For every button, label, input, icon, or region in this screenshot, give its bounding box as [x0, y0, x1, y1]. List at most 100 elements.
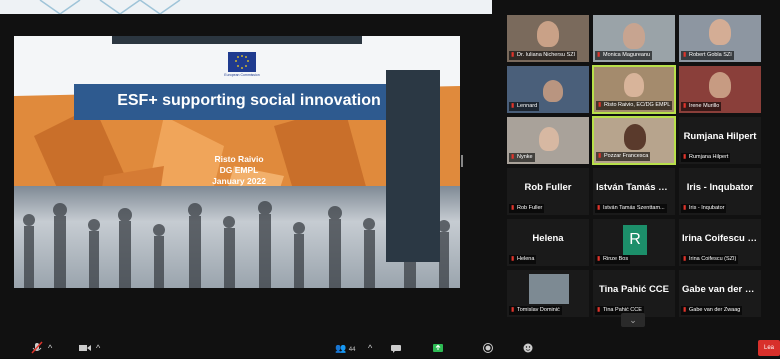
participant-gallery: ▮ Dr. Iuliana Nichersu SZI ▮ Monica Magure…	[506, 14, 762, 336]
participant-label: ▮ Rob Fuller	[509, 204, 545, 213]
mic-muted-icon: ▮	[597, 52, 601, 58]
participant-video	[543, 80, 563, 102]
camera-icon	[79, 345, 91, 351]
chevron-up-icon: ^	[96, 343, 101, 353]
participant-label: ▮ István Tamás Szenttam...	[595, 204, 667, 213]
mic-muted-icon: ▮	[598, 102, 602, 108]
share-screen-icon	[433, 344, 443, 352]
participant-name-display: Gabe van der Z...	[682, 284, 759, 295]
participants-button[interactable]: 👥 44	[335, 341, 355, 355]
top-strip	[0, 0, 492, 14]
participant-name-display: Irina Coifescu (S...	[682, 233, 761, 244]
participant-tile[interactable]: István Tamás Sz... ▮ István Tamás Szentta…	[592, 167, 676, 216]
participant-video	[709, 72, 731, 98]
share-screen-button[interactable]	[432, 341, 444, 355]
participant-tile[interactable]: ▮ Tomislav Dominić	[506, 269, 590, 318]
record-button[interactable]	[482, 341, 494, 355]
mic-muted-icon: ▮	[511, 154, 515, 160]
participant-label: ▮ Risto Raivio, EC/DG EMPL	[596, 101, 673, 110]
chevron-up-icon: ^	[368, 343, 373, 353]
participants-options-caret[interactable]: ^	[368, 341, 372, 355]
european-commission-logo: European Commission	[224, 52, 260, 84]
participant-tile[interactable]: Rumjana Hilpert ▮ Rumjana Hilpert	[678, 116, 762, 165]
participant-name-display: Helena	[532, 233, 564, 244]
chevron-up-icon: ^	[48, 343, 53, 353]
participant-tile[interactable]: Gabe van der Z... ▮ Gabe van der Zwaag	[678, 269, 762, 318]
participant-tile[interactable]: Iris - Inqubator ▮ Iris - Inqubator	[678, 167, 762, 216]
presenter-block: Risto Raivio DG EMPL January 2022	[169, 154, 309, 187]
gallery-next-page-button[interactable]: ⌄	[621, 313, 645, 327]
chevron-down-icon: ⌄	[629, 315, 637, 325]
participant-label: ▮ Rumjana Hilpert	[681, 153, 731, 162]
participant-tile[interactable]: Helena ▮ Helena	[506, 218, 590, 267]
mic-muted-icon: ▮	[683, 256, 687, 262]
eu-stars	[235, 55, 249, 69]
participant-video	[624, 124, 646, 150]
zoom-meeting-window: European Commission ESF+ supporting soci…	[0, 0, 780, 358]
mic-muted-icon: ▮	[683, 52, 687, 58]
participant-label: ▮ Tomislav Dominić	[509, 306, 562, 315]
participant-tile[interactable]: ▮ Irene Murillo	[678, 65, 762, 114]
slide-top-bar	[112, 36, 362, 44]
participant-tile[interactable]: Rob Fuller ▮ Rob Fuller	[506, 167, 590, 216]
video-button[interactable]	[78, 341, 92, 355]
mic-muted-icon: ▮	[511, 52, 515, 58]
participant-tile[interactable]: ▮ Lennard	[506, 65, 590, 114]
participant-label: ▮ Dr. Iuliana Nichersu SZI	[509, 51, 578, 60]
participant-name-display: István Tamás Sz...	[596, 182, 675, 193]
mic-muted-icon: ▮	[683, 205, 687, 211]
video-options-caret[interactable]: ^	[96, 341, 100, 355]
participant-label: ▮ Irina Coifescu (SZI)	[681, 255, 739, 264]
participant-name-display: Rob Fuller	[524, 182, 572, 193]
participant-label: ▮ Lennard	[509, 102, 540, 111]
participant-photo	[529, 274, 569, 304]
participant-name-display: Rumjana Hilpert	[683, 131, 757, 142]
participant-tile[interactable]: ▮ Robert Gobla SZI	[678, 14, 762, 63]
participant-label: ▮ Iris - Inqubator	[681, 204, 727, 213]
participant-tile[interactable]: ▮ Nynke	[506, 116, 590, 165]
mic-muted-icon: ▮	[683, 307, 687, 313]
participant-label: ▮ Rinze Bos	[595, 255, 631, 264]
record-icon	[483, 343, 493, 353]
mic-off-icon	[31, 341, 43, 354]
participant-tile[interactable]: Irina Coifescu (S... ▮ Irina Coifescu (SZ…	[678, 218, 762, 267]
presenter-name: Risto Raivio	[214, 154, 264, 164]
meeting-toolbar: ^ ^ 👥 44 ^	[0, 338, 780, 358]
participants-count: 44	[348, 347, 356, 353]
participant-video	[709, 19, 731, 45]
participant-video	[624, 73, 644, 97]
participant-tile-active-speaker[interactable]: ▮ Pozzar Francesca	[592, 116, 676, 165]
mic-muted-icon: ▮	[511, 103, 515, 109]
participant-tile[interactable]: ▮ Monica Magureanu	[592, 14, 676, 63]
participant-label: ▮ Robert Gobla SZI	[681, 51, 734, 60]
participant-label: ▮ Pozzar Francesca	[596, 152, 651, 161]
chat-button[interactable]	[390, 341, 402, 355]
participant-tile[interactable]: R ▮ Rinze Bos	[592, 218, 676, 267]
mic-muted-icon: ▮	[683, 154, 687, 160]
split-view-handle[interactable]	[461, 155, 463, 167]
participant-tile[interactable]: Tina Pahić CCE ▮ Tina Pahić CCE	[592, 269, 676, 318]
presenter-date: January 2022	[212, 176, 266, 186]
mic-muted-icon: ▮	[511, 205, 515, 211]
mic-muted-icon: ▮	[683, 103, 687, 109]
participant-label: ▮ Irene Murillo	[681, 102, 722, 111]
shared-screen-slide[interactable]: European Commission ESF+ supporting soci…	[14, 36, 460, 288]
slide-title: ESF+ supporting social innovation	[117, 92, 381, 109]
participant-label: ▮ Monica Magureanu	[595, 51, 653, 60]
mic-muted-icon: ▮	[511, 307, 515, 313]
reactions-button[interactable]	[522, 341, 534, 355]
mic-muted-icon: ▮	[597, 205, 601, 211]
mic-muted-icon: ▮	[597, 256, 601, 262]
presenter-dept: DG EMPL	[219, 165, 259, 175]
top-strip-decoration	[39, 0, 181, 14]
participant-tile-active-speaker[interactable]: ▮ Risto Raivio, EC/DG EMPL	[592, 65, 676, 114]
participant-video	[539, 127, 559, 151]
leave-meeting-button[interactable]: Lea	[758, 340, 780, 356]
participant-tile[interactable]: ▮ Dr. Iuliana Nichersu SZI	[506, 14, 590, 63]
smiley-icon	[523, 343, 533, 353]
audio-options-caret[interactable]: ^	[48, 341, 52, 355]
participants-icon: 👥	[335, 343, 347, 353]
mute-button[interactable]	[30, 341, 44, 355]
participant-avatar: R	[623, 225, 647, 255]
eu-flag-icon	[228, 52, 256, 72]
